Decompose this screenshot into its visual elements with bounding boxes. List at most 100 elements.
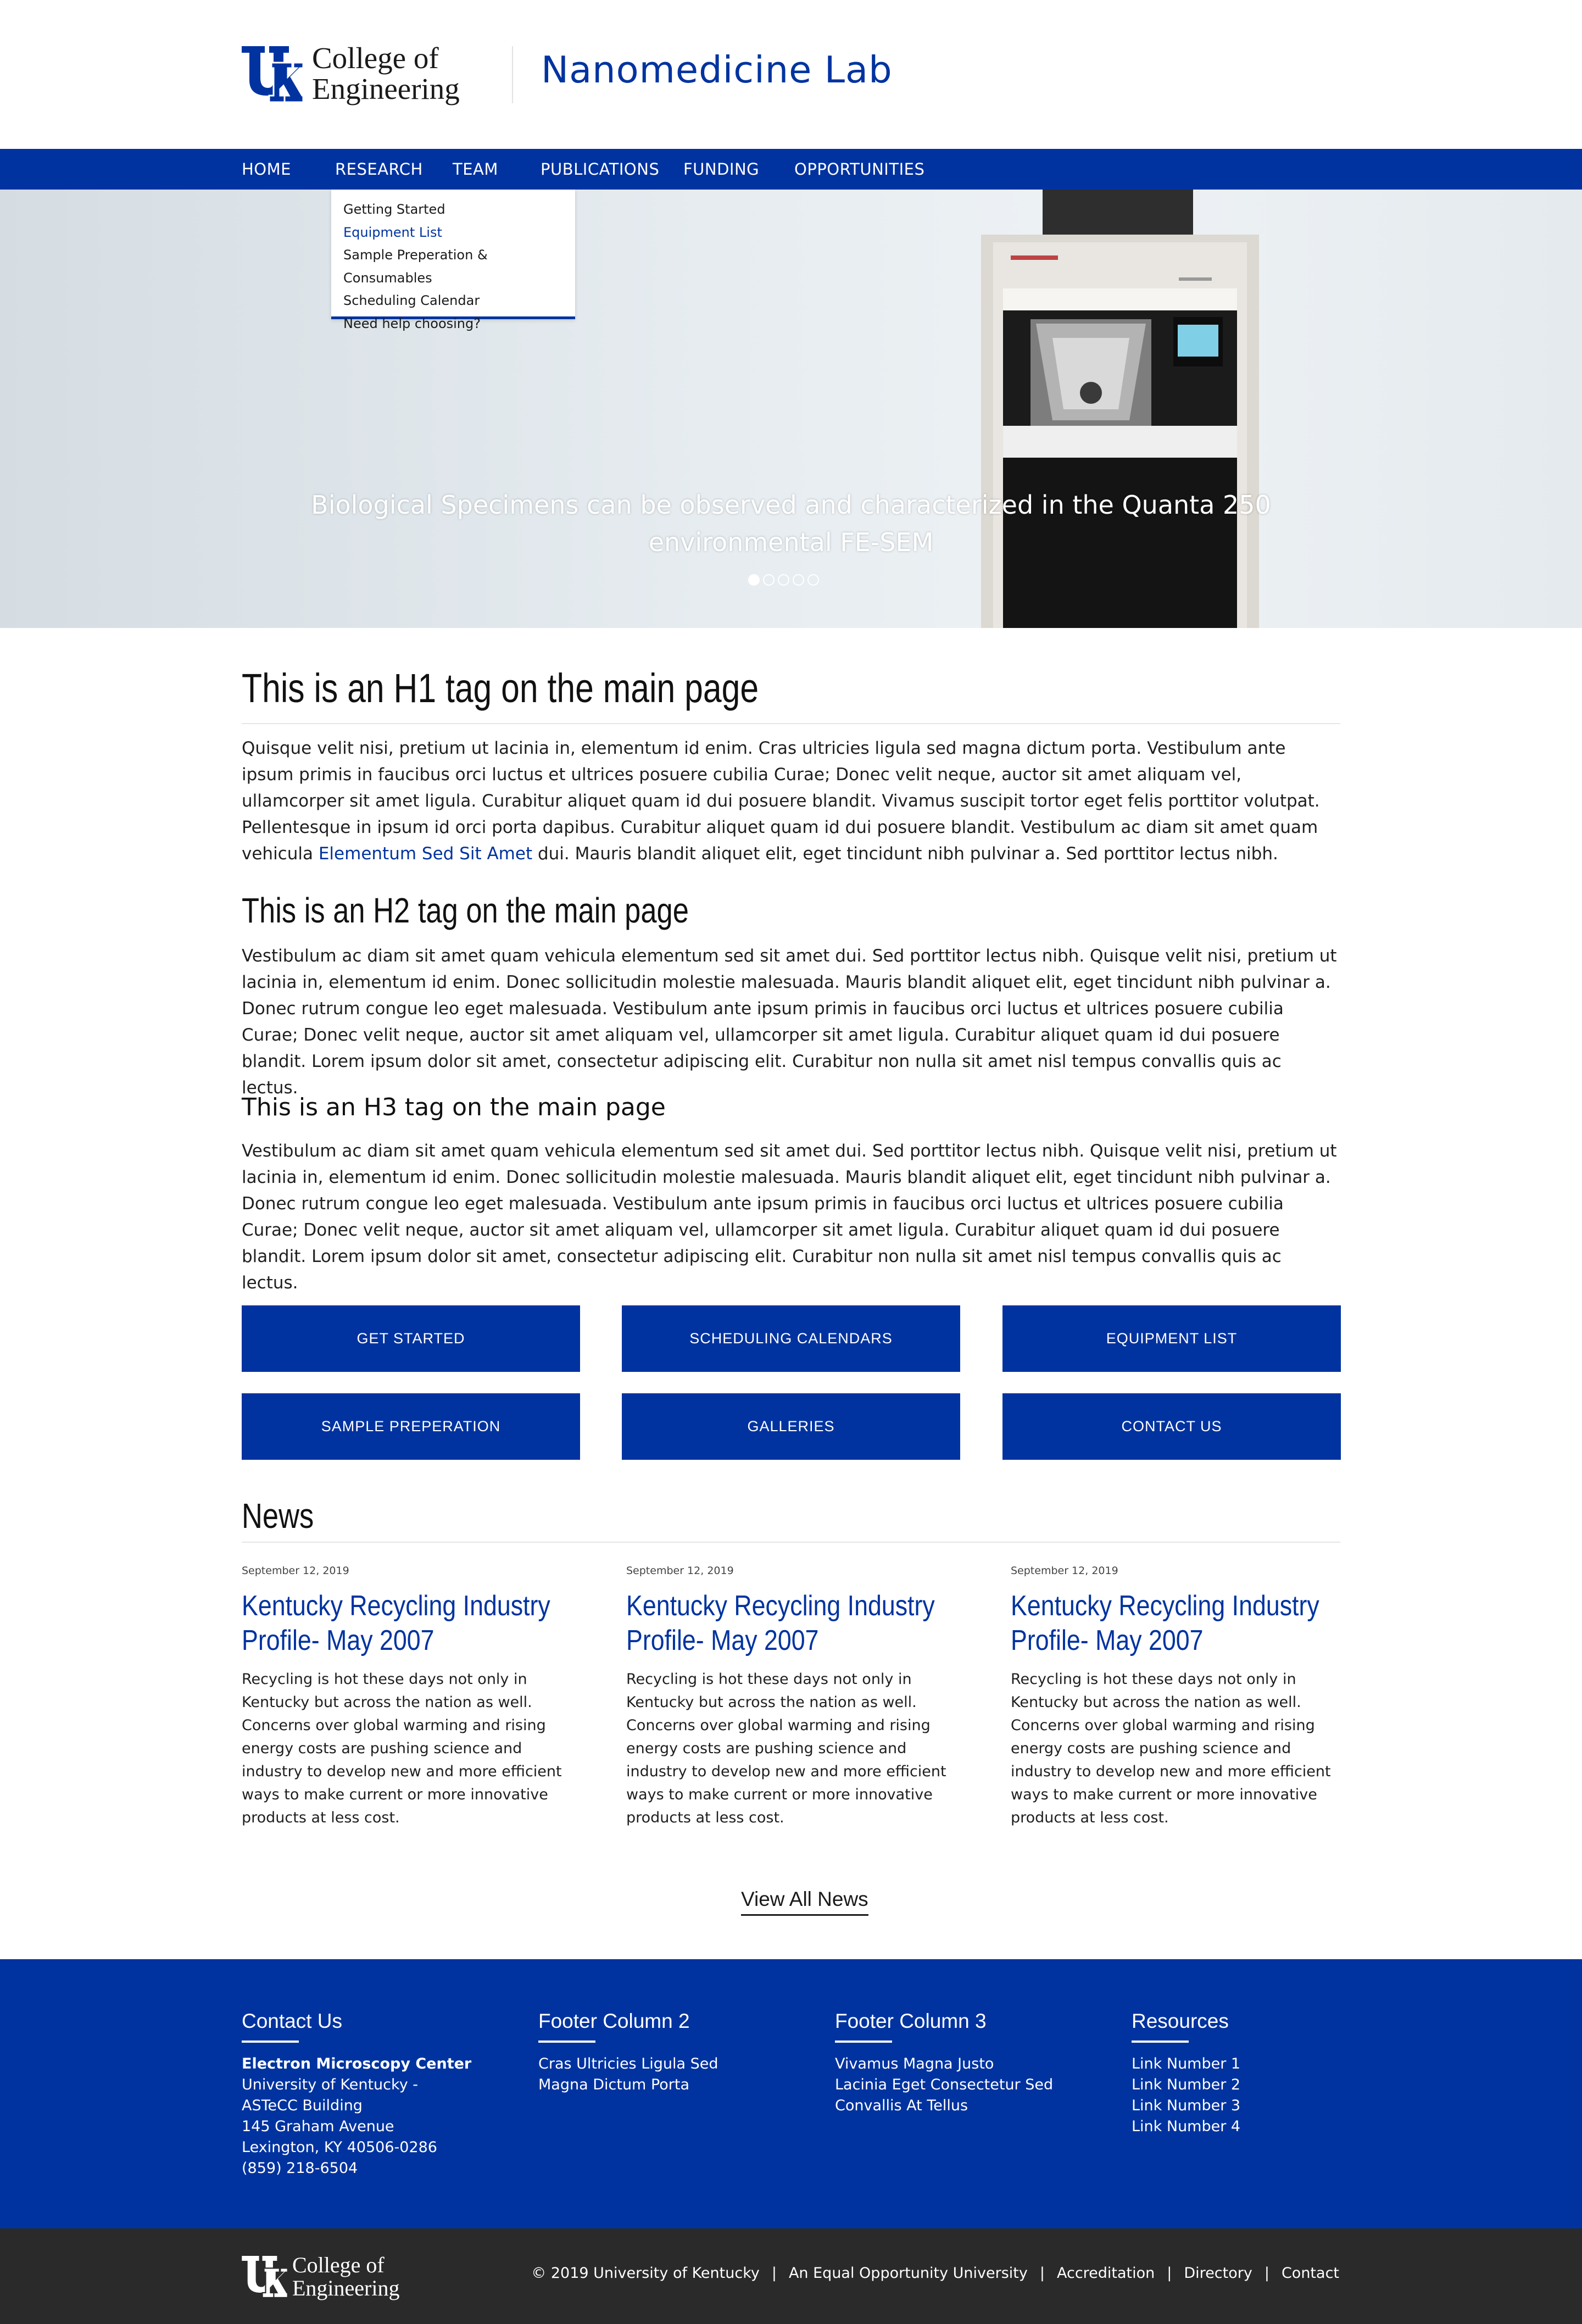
copyright-text: © 2019 University of Kentucky bbox=[531, 2265, 760, 2282]
news-date: September 12, 2019 bbox=[1011, 1565, 1118, 1577]
news-heading: News bbox=[242, 1496, 314, 1536]
footer-uk-logo[interactable]: College of Engineering bbox=[242, 2254, 428, 2300]
heading-divider bbox=[242, 723, 1340, 724]
nav-item-opportunities[interactable]: OPPORTUNITIES bbox=[794, 149, 924, 190]
slider-dot[interactable] bbox=[778, 574, 789, 586]
hero-caption-line2: environmental FE-SEM bbox=[648, 527, 934, 557]
intro-paragraph-tail: dui. Mauris blandit aliquet elit, eget t… bbox=[532, 844, 1278, 864]
news-title-link[interactable]: Kentucky Recycling Industry Profile- May… bbox=[1011, 1589, 1351, 1666]
slider-dot[interactable] bbox=[807, 574, 819, 586]
h2-paragraph: Vestibulum ac diam sit amet quam vehicul… bbox=[242, 946, 1337, 1098]
footer-link[interactable]: Link Number 2 bbox=[1132, 2075, 1340, 2095]
uk-logo-icon bbox=[242, 46, 303, 102]
news-excerpt: Recycling is hot these days not only in … bbox=[1011, 1671, 1331, 1826]
footer-title-underline bbox=[242, 2041, 299, 2043]
view-all-news-link[interactable]: View All News bbox=[741, 1888, 868, 1916]
news-excerpt: Recycling is hot these days not only in … bbox=[626, 1671, 946, 1826]
research-dropdown-menu: Getting Started Equipment List Sample Pr… bbox=[331, 190, 575, 331]
site-footer: Contact Us Electron Microscopy Center Un… bbox=[0, 1959, 1582, 2228]
nav-item-research[interactable]: RESEARCH bbox=[335, 149, 423, 190]
link-separator: | bbox=[1039, 2265, 1045, 2282]
footer-title-underline bbox=[1132, 2041, 1189, 2043]
get-started-button[interactable]: GET STARTED bbox=[242, 1305, 580, 1372]
h3-paragraph: Vestibulum ac diam sit amet quam vehicul… bbox=[242, 1141, 1337, 1293]
footer-column-title: Resources bbox=[1132, 2010, 1229, 2032]
sample-preperation-button[interactable]: SAMPLE PREPERATION bbox=[242, 1393, 580, 1460]
equipment-list-button[interactable]: EQUIPMENT LIST bbox=[1002, 1305, 1341, 1372]
directory-link[interactable]: Directory bbox=[1184, 2265, 1252, 2282]
footer-link[interactable]: Vivamus Magna Justo bbox=[835, 2054, 1121, 2075]
page-heading-h1: This is an H1 tag on the main page bbox=[242, 665, 759, 711]
dropdown-item-equipment-list[interactable]: Equipment List bbox=[343, 221, 575, 244]
footer-column-title: Footer Column 2 bbox=[538, 2010, 690, 2032]
uk-logo-icon bbox=[242, 2256, 288, 2298]
footer-link[interactable]: Convallis At Tellus bbox=[835, 2095, 1121, 2116]
slider-dot[interactable] bbox=[763, 574, 775, 586]
footer-college-line2: Engineering bbox=[292, 2276, 400, 2300]
news-title-link[interactable]: Kentucky Recycling Industry Profile- May… bbox=[626, 1589, 966, 1666]
dropdown-item-scheduling-calendar[interactable]: Scheduling Calendar bbox=[343, 290, 575, 313]
footer-column-title: Footer Column 3 bbox=[835, 2010, 987, 2032]
nav-item-team[interactable]: TEAM bbox=[453, 149, 498, 190]
footer-column-title: Contact Us bbox=[242, 2010, 343, 2032]
footer-column-3: Footer Column 3 Vivamus Magna Justo Laci… bbox=[835, 2010, 1121, 2116]
slider-dot[interactable] bbox=[793, 574, 804, 586]
college-name-line2: Engineering bbox=[312, 72, 460, 105]
dropdown-item-need-help[interactable]: Need help choosing? bbox=[343, 313, 575, 336]
news-card: September 12, 2019 Kentucky Recycling In… bbox=[1011, 1565, 1351, 1830]
news-date: September 12, 2019 bbox=[626, 1565, 734, 1577]
news-title-link[interactable]: Kentucky Recycling Industry Profile- May… bbox=[242, 1589, 582, 1666]
nav-item-publications[interactable]: PUBLICATIONS bbox=[541, 149, 659, 190]
footer-link[interactable]: Link Number 3 bbox=[1132, 2095, 1340, 2116]
intro-paragraph: Quisque velit nisi, pretium ut lacinia i… bbox=[242, 735, 1340, 867]
link-separator: | bbox=[1167, 2265, 1172, 2282]
link-separator: | bbox=[1264, 2265, 1269, 2282]
site-header: College of Engineering Nanomedicine Lab bbox=[0, 0, 1582, 149]
footer-column-2: Footer Column 2 Cras Ultricies Ligula Se… bbox=[538, 2010, 824, 2095]
news-excerpt: Recycling is hot these days not only in … bbox=[242, 1671, 562, 1826]
hero-caption-line1: Biological Specimens can be observed and… bbox=[311, 490, 1271, 520]
contact-link[interactable]: Contact bbox=[1282, 2265, 1339, 2282]
slider-dot[interactable] bbox=[748, 574, 760, 586]
news-card: September 12, 2019 Kentucky Recycling In… bbox=[626, 1565, 967, 1830]
footer-org-name: Electron Microscopy Center bbox=[242, 2055, 472, 2072]
hero-slider: Biological Specimens can be observed and… bbox=[0, 190, 1582, 628]
nav-item-home[interactable]: HOME bbox=[242, 149, 291, 190]
main-nav: HOME RESEARCH TEAM PUBLICATIONS FUNDING … bbox=[0, 149, 1582, 190]
footer-link[interactable]: Link Number 1 bbox=[1132, 2054, 1340, 2075]
news-date: September 12, 2019 bbox=[242, 1565, 349, 1577]
nav-item-funding[interactable]: FUNDING bbox=[683, 149, 759, 190]
dropdown-item-sample-preperation[interactable]: Sample Preperation & Consumables bbox=[343, 244, 575, 290]
equal-opportunity-link[interactable]: An Equal Opportunity University bbox=[789, 2265, 1028, 2282]
hero-caption: Biological Specimens can be observed and… bbox=[308, 486, 1274, 561]
footer-phone[interactable]: (859) 218-6504 bbox=[242, 2158, 527, 2179]
footer-college-line1: College of bbox=[292, 2253, 385, 2277]
footer-column-contact: Contact Us Electron Microscopy Center Un… bbox=[242, 2010, 527, 2179]
section-heading-h3: This is an H3 tag on the main page bbox=[242, 1093, 666, 1121]
link-separator: | bbox=[771, 2265, 777, 2282]
legal-links: © 2019 University of Kentucky | An Equal… bbox=[531, 2265, 1339, 2282]
college-name-line1: College of bbox=[312, 41, 439, 75]
site-title[interactable]: Nanomedicine Lab bbox=[541, 48, 893, 91]
footer-link[interactable]: Link Number 4 bbox=[1132, 2116, 1340, 2137]
footer-link[interactable]: Lacinia Eget Consectetur Sed bbox=[835, 2075, 1121, 2095]
fe-sem-microscope-image bbox=[981, 190, 1259, 628]
scheduling-calendars-button[interactable]: SCHEDULING CALENDARS bbox=[622, 1305, 960, 1372]
uk-college-logo[interactable]: College of Engineering bbox=[242, 43, 483, 105]
galleries-button[interactable]: GALLERIES bbox=[622, 1393, 960, 1460]
bottom-bar: College of Engineering © 2019 University… bbox=[0, 2228, 1582, 2324]
footer-address-line: ASTeCC Building bbox=[242, 2097, 363, 2114]
footer-link[interactable]: Cras Ultricies Ligula Sed bbox=[538, 2054, 824, 2075]
college-name: College of Engineering bbox=[312, 43, 460, 104]
footer-college-name: College of Engineering bbox=[292, 2254, 400, 2300]
footer-link[interactable]: Magna Dictum Porta bbox=[538, 2075, 824, 2095]
footer-title-underline bbox=[538, 2041, 595, 2043]
dropdown-item-getting-started[interactable]: Getting Started bbox=[343, 198, 575, 221]
contact-us-button[interactable]: CONTACT US bbox=[1002, 1393, 1341, 1460]
header-divider bbox=[512, 46, 513, 103]
news-divider bbox=[242, 1542, 1340, 1543]
footer-title-underline bbox=[835, 2041, 892, 2043]
footer-address-line: University of Kentucky - bbox=[242, 2076, 418, 2093]
inline-link[interactable]: Elementum Sed Sit Amet bbox=[319, 844, 532, 864]
accreditation-link[interactable]: Accreditation bbox=[1057, 2265, 1155, 2282]
